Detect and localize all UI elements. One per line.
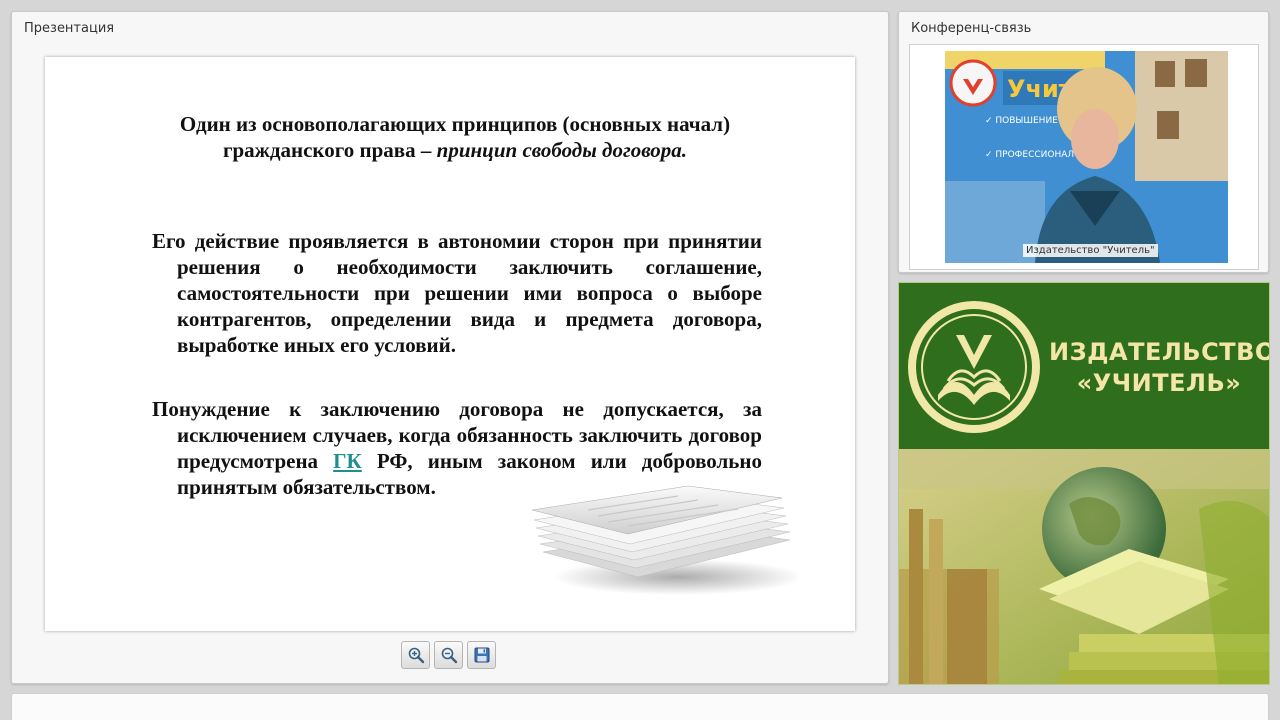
- publisher-name-line1: ИЗДАТЕЛЬСТВО: [1049, 338, 1270, 366]
- slide-paragraph-1: Его действие проявляется в автономии сто…: [152, 229, 762, 357]
- conference-panel-title: Конференц-связь: [911, 21, 1032, 36]
- gk-link[interactable]: ГК: [333, 449, 362, 473]
- presentation-panel-title: Презентация: [24, 21, 115, 36]
- paper-stack-image: [531, 485, 798, 595]
- slide-toolbar: [401, 641, 496, 669]
- zoom-out-button[interactable]: [434, 641, 463, 669]
- publisher-logo-icon: [908, 301, 1040, 433]
- save-button[interactable]: [467, 641, 496, 669]
- publisher-name-line2: «УЧИТЕЛЬ»: [1076, 369, 1242, 397]
- presentation-slide: Один из основополагающих принципов (осно…: [45, 57, 855, 631]
- books-globe-image: [899, 449, 1269, 684]
- speaker-video-image: Учит ✓ ПОВЫШЕНИЕ ✓ ПРОФЕССИОНАЛ: [945, 51, 1228, 263]
- conference-video[interactable]: Учит ✓ ПОВЫШЕНИЕ ✓ ПРОФЕССИОНАЛ Издатель…: [945, 51, 1228, 263]
- presentation-panel: Презентация Один из основополагающих при…: [11, 11, 889, 684]
- slide-heading-italic: принцип свободы договора.: [436, 138, 688, 162]
- zoom-out-icon: [441, 647, 457, 664]
- publisher-banner: ИЗДАТЕЛЬСТВО «УЧИТЕЛЬ»: [898, 282, 1270, 685]
- video-participant-label: Издательство "Учитель": [1023, 244, 1158, 257]
- svg-text:✓ ПРОФЕССИОНАЛ: ✓ ПРОФЕССИОНАЛ: [985, 150, 1074, 160]
- svg-text:✓ ПОВЫШЕНИЕ: ✓ ПОВЫШЕНИЕ: [985, 116, 1058, 126]
- slide-heading: Один из основополагающих принципов (осно…: [160, 111, 750, 163]
- publisher-banner-header: ИЗДАТЕЛЬСТВО «УЧИТЕЛЬ»: [899, 283, 1269, 449]
- zoom-in-icon: [408, 647, 424, 664]
- books-globe-illustration: [899, 449, 1269, 684]
- bottom-bar: [11, 693, 1269, 720]
- video-frame: Учит ✓ ПОВЫШЕНИЕ ✓ ПРОФЕССИОНАЛ Издатель…: [909, 44, 1259, 270]
- zoom-in-button[interactable]: [401, 641, 430, 669]
- conference-panel: Конференц-связь Учит ✓ ПОВЫШЕНИЕ ✓ ПРОФЕ…: [898, 11, 1269, 273]
- save-icon: [474, 647, 489, 663]
